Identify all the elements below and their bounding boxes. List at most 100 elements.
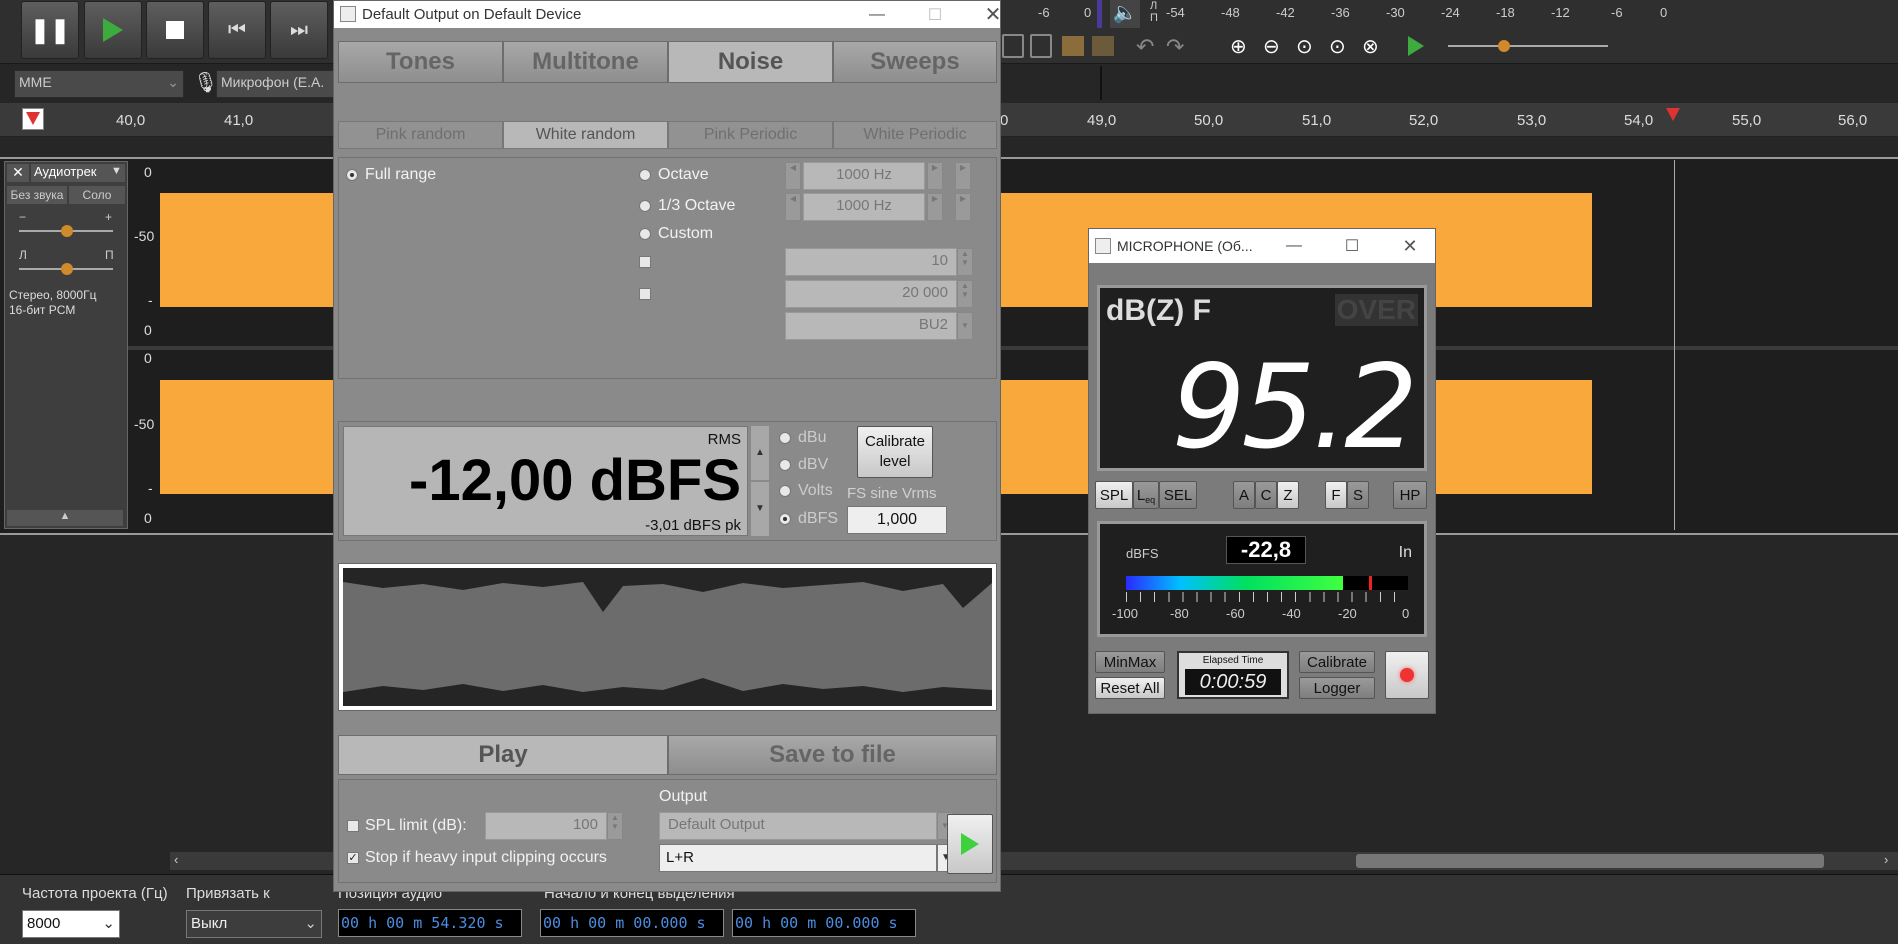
weighting-z-button[interactable]: Z [1277, 481, 1299, 509]
third-freq-up[interactable]: ▶ [927, 193, 943, 221]
mode-button-spl[interactable]: SPL [1095, 481, 1133, 509]
track-close-icon[interactable]: ✕ [7, 164, 29, 182]
solo-button[interactable]: Соло [69, 186, 125, 204]
mute-button[interactable]: Без звука [7, 186, 67, 204]
logger-button[interactable]: Logger [1299, 677, 1375, 699]
input-device-select[interactable]: Микрофон (E.A. [216, 70, 336, 98]
selection-end-field[interactable]: 00 h 00 m 00.000 s [732, 909, 916, 937]
dbu-radio[interactable] [779, 432, 791, 444]
subtab-pink-random[interactable]: Pink random [338, 121, 503, 149]
high-cut-checkbox[interactable] [639, 288, 651, 300]
pan-slider-thumb[interactable] [61, 263, 73, 275]
weighting-a-button[interactable]: A [1233, 481, 1255, 509]
spl-limit-field[interactable]: 100 [485, 812, 607, 840]
filter-select[interactable]: BU2 [785, 312, 957, 340]
fs-sine-field[interactable]: 1,000 [847, 506, 947, 534]
stop-button[interactable] [146, 1, 204, 59]
speaker-icon[interactable]: 🔈 [1110, 0, 1140, 28]
trim-icon[interactable] [1062, 36, 1084, 56]
calibrate-button[interactable]: Calibrate [1299, 651, 1375, 673]
scroll-left-icon[interactable]: ‹ [174, 852, 178, 867]
zoom-in-icon[interactable]: ⊕ [1230, 34, 1247, 59]
octave-freq-next[interactable]: ▶ [955, 162, 971, 190]
waveform-left[interactable] [160, 193, 340, 307]
volts-radio[interactable] [779, 485, 791, 497]
spl-limit-spinner[interactable]: ▲ ▼ [607, 812, 623, 840]
level-up-icon[interactable]: ▲ [751, 426, 769, 480]
level-value[interactable]: -12,00 dBFS [409, 447, 741, 514]
weighting-c-button[interactable]: C [1255, 481, 1277, 509]
output-device-select[interactable]: Default Output [659, 812, 937, 840]
maximize-button[interactable]: ☐ [1329, 229, 1375, 263]
calibrate-level-button[interactable]: Calibrate level [857, 426, 933, 478]
speed-s-button[interactable]: S [1347, 481, 1369, 509]
octave-freq-field[interactable]: 1000 Hz [803, 162, 925, 190]
third-freq-field[interactable]: 1000 Hz [803, 193, 925, 221]
low-cut-field[interactable]: 10 [785, 248, 957, 276]
fit-project-icon[interactable]: ⊙ [1329, 34, 1346, 59]
save-to-file-button[interactable]: Save to file [668, 735, 997, 775]
skip-end-button[interactable]: ⏭ [270, 1, 328, 59]
paste-icon[interactable] [1030, 34, 1052, 58]
subtab-pink-periodic[interactable]: Pink Periodic [668, 121, 833, 149]
close-button[interactable]: ✕ [970, 1, 1016, 28]
play-at-speed-icon[interactable] [1408, 36, 1424, 56]
octave-freq-up[interactable]: ▶ [927, 162, 943, 190]
custom-radio[interactable] [639, 228, 651, 240]
mode-button-leq[interactable]: Leq [1133, 481, 1159, 509]
silence-icon[interactable] [1092, 36, 1114, 56]
speed-slider[interactable] [1448, 45, 1608, 47]
play-region-end-icon[interactable] [1666, 108, 1680, 121]
gain-slider-thumb[interactable] [61, 225, 73, 237]
speed-f-button[interactable]: F [1325, 481, 1347, 509]
minimize-button[interactable]: — [1271, 229, 1317, 263]
selection-start-field[interactable]: 00 h 00 m 00.000 s [540, 909, 724, 937]
scroll-thumb[interactable] [1356, 854, 1824, 868]
zoom-toggle-icon[interactable]: ⊗ [1362, 34, 1379, 59]
output-play-button[interactable] [947, 814, 993, 874]
full-range-radio[interactable] [346, 169, 358, 181]
fit-selection-icon[interactable]: ⊙ [1296, 34, 1313, 59]
speed-slider-thumb[interactable] [1498, 40, 1510, 52]
play-button[interactable] [84, 1, 142, 59]
redo-icon[interactable]: ↷ [1166, 34, 1184, 60]
zoom-out-icon[interactable]: ⊖ [1263, 34, 1280, 59]
output-channel-select[interactable]: L+R [659, 844, 937, 872]
low-cut-spinner[interactable]: ▲ ▼ [957, 248, 973, 276]
tab-multitone[interactable]: Multitone [503, 41, 668, 83]
scroll-right-icon[interactable]: › [1884, 852, 1888, 867]
record-button[interactable] [1385, 651, 1429, 699]
subtab-white-periodic[interactable]: White Periodic [833, 121, 997, 149]
minmax-button[interactable]: MinMax [1095, 651, 1165, 673]
dbv-radio[interactable] [779, 459, 791, 471]
close-button[interactable]: ✕ [1387, 229, 1433, 263]
third-freq-next[interactable]: ▶ [955, 193, 971, 221]
level-down-icon[interactable]: ▼ [751, 482, 769, 536]
subtab-white-random[interactable]: White random [503, 121, 668, 149]
skip-start-button[interactable]: ⏮ [208, 1, 266, 59]
third-freq-down[interactable]: ◀ [785, 193, 801, 221]
octave-freq-down[interactable]: ◀ [785, 162, 801, 190]
audio-position-field[interactable]: 00 h 00 m 54.320 s [338, 909, 522, 937]
highpass-button[interactable]: HP [1393, 481, 1427, 509]
host-select[interactable]: MME ⌄ [14, 70, 184, 98]
octave-radio[interactable] [639, 169, 651, 181]
low-cut-checkbox[interactable] [639, 256, 651, 268]
project-rate-select[interactable]: 8000 ⌄ [22, 910, 120, 938]
minimize-button[interactable]: — [854, 1, 900, 28]
mode-button-sel[interactable]: SEL [1159, 481, 1197, 509]
undo-icon[interactable]: ↶ [1136, 34, 1154, 60]
tab-sweeps[interactable]: Sweeps [833, 41, 997, 83]
collapse-track-button[interactable]: ▲ [7, 510, 123, 526]
waveform-right[interactable] [160, 380, 340, 494]
tab-noise[interactable]: Noise [668, 41, 833, 83]
high-cut-field[interactable]: 20 000 [785, 280, 957, 308]
stop-clipping-checkbox[interactable]: ✓ [347, 852, 359, 864]
tab-tones[interactable]: Tones [338, 41, 503, 83]
maximize-button[interactable]: ☐ [912, 1, 958, 28]
copy-icon[interactable] [1002, 34, 1024, 58]
reset-all-button[interactable]: Reset All [1095, 677, 1165, 699]
spl-limit-checkbox[interactable] [347, 820, 359, 832]
play-button[interactable]: Play [338, 735, 668, 775]
meter-titlebar[interactable]: MICROPHONE (Об... — ☐ ✕ [1089, 229, 1435, 263]
